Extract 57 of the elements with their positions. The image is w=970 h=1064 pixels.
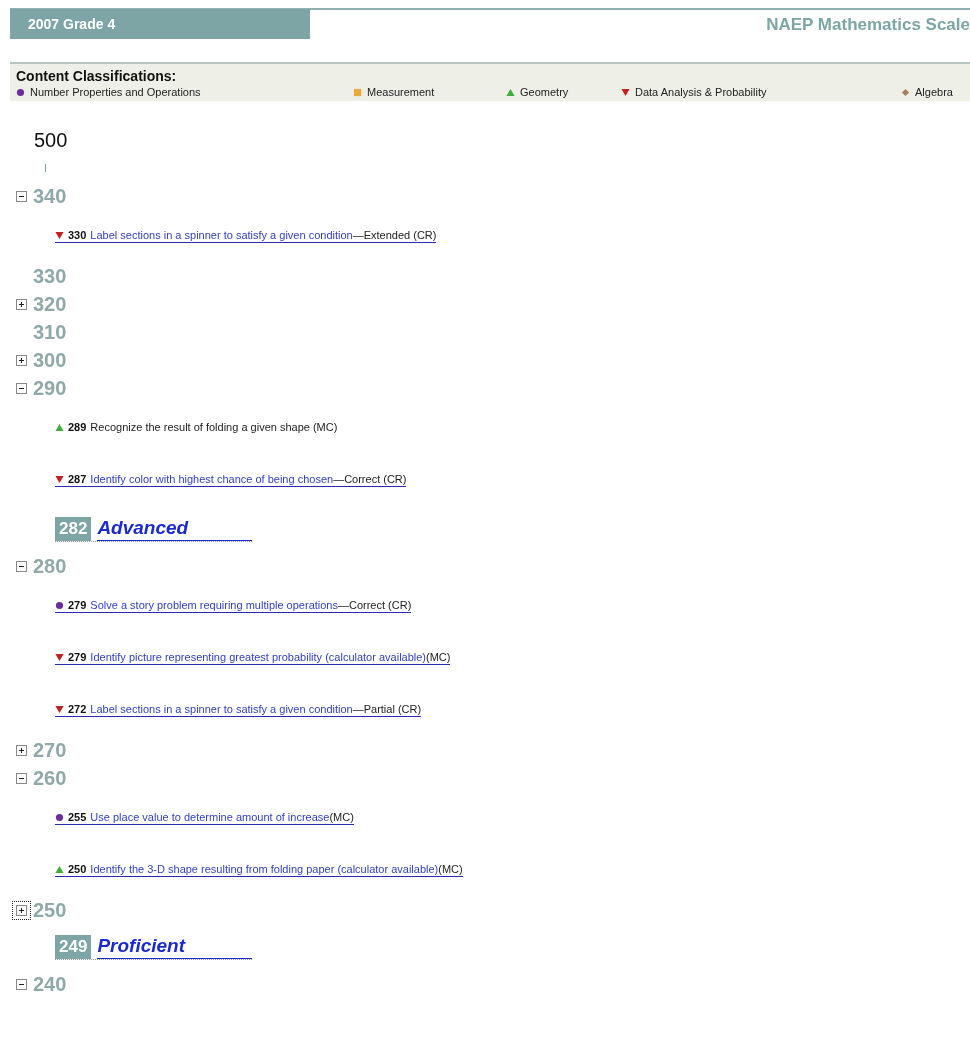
item-format: (MC)	[426, 651, 451, 663]
item-score: 255	[68, 811, 87, 823]
item-format: —Partial (CR)	[352, 703, 422, 715]
legend-label: Measurement	[367, 86, 435, 98]
item-format: —Correct (CR)	[333, 473, 407, 485]
expand-icon[interactable]	[16, 744, 27, 756]
legend-label: Geometry	[520, 86, 569, 98]
scale-maximum: 500	[34, 129, 69, 152]
achievement-level-link[interactable]: Proficient	[97, 934, 253, 959]
collapse-icon[interactable]	[16, 382, 27, 394]
collapse-icon[interactable]	[16, 772, 27, 784]
item-format: —Extended (CR)	[352, 229, 437, 241]
scale-value: 280	[33, 554, 67, 578]
expand-icon[interactable]	[16, 298, 27, 310]
item-format: (MC)	[329, 811, 354, 823]
collapse-icon[interactable]	[16, 190, 27, 202]
scale-title: NAEP Mathematics Scale	[766, 15, 970, 35]
grade-title: 2007 Grade 4	[10, 9, 310, 39]
item-score: 287	[68, 473, 87, 485]
scale-value: 270	[33, 738, 67, 762]
scale-value: 290	[33, 376, 67, 400]
cut-score: 282	[55, 516, 92, 541]
item-format: (MC)	[438, 863, 463, 875]
item-link[interactable]: Identify the 3-D shape resulting from folding paper (calculator available)	[90, 863, 439, 875]
scale-value: 240	[33, 972, 67, 996]
scale-value: 330	[33, 264, 67, 288]
item-score: 279	[68, 599, 87, 611]
item-link[interactable]: Identify color with highest chance of being chosen	[90, 473, 334, 485]
item-score: 272	[68, 703, 87, 715]
item-score: 250	[68, 863, 87, 875]
item-score: 330	[68, 229, 87, 241]
legend-title: Content Classifications:	[16, 68, 178, 84]
item-score: 289	[68, 421, 87, 433]
scale-value: 300	[33, 348, 67, 372]
scale-value: 250	[33, 898, 67, 922]
item-link[interactable]: Use place value to determine amount of increase	[90, 811, 330, 823]
scale-value: 260	[33, 766, 67, 790]
item-score: 279	[68, 651, 87, 663]
scale-tick	[45, 164, 46, 172]
item-link[interactable]: Label sections in a spinner to satisfy a given condition	[90, 229, 353, 241]
cut-score: 249	[55, 934, 92, 959]
legend-label: Number Properties and Operations	[30, 86, 201, 98]
item-description: Recognize the result of folding a given shape (MC)	[90, 421, 338, 433]
scale-value: 320	[33, 292, 67, 316]
collapse-icon[interactable]	[16, 978, 27, 990]
item-link[interactable]: Label sections in a spinner to satisfy a given condition	[90, 703, 353, 715]
scale-value: 310	[33, 320, 67, 344]
expand-icon[interactable]	[16, 904, 27, 916]
collapse-icon[interactable]	[16, 560, 27, 572]
scale-value: 340	[33, 184, 67, 208]
expand-icon[interactable]	[16, 354, 27, 366]
item-link[interactable]: Identify picture representing greatest probability (calculator available)	[90, 651, 427, 663]
legend-label: Algebra	[915, 86, 953, 98]
item-format: —Correct (CR)	[338, 599, 412, 611]
legend-label: Data Analysis & Probability	[635, 86, 767, 98]
item-link[interactable]: Solve a story problem requiring multiple operations	[90, 599, 338, 611]
achievement-level-link[interactable]: Advanced	[97, 516, 253, 541]
